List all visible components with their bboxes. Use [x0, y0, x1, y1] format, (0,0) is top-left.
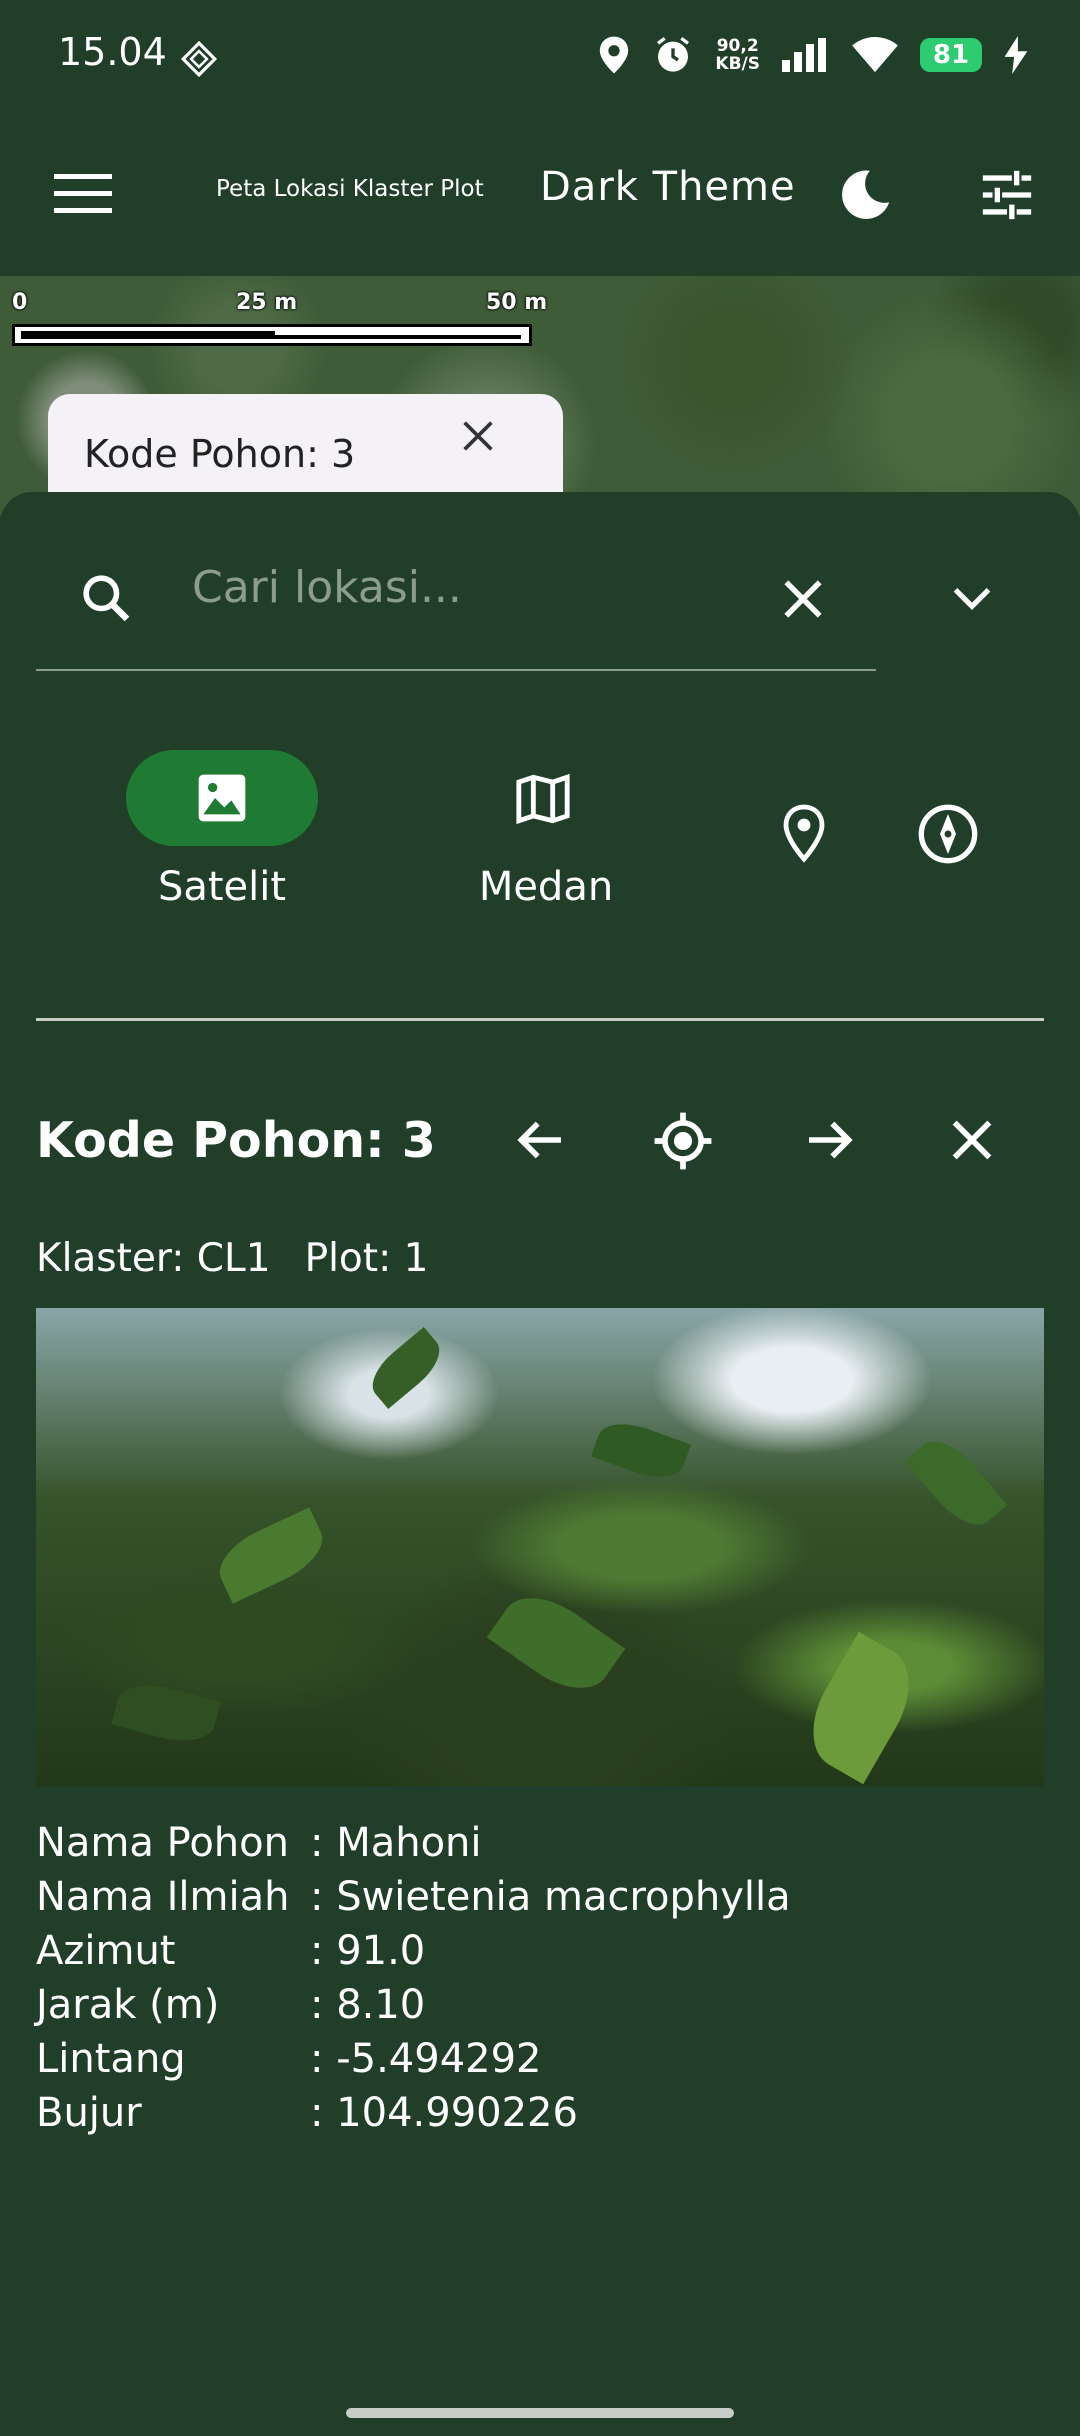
detail-row: Nama Ilmiah : Swietenia macrophylla [36, 1870, 791, 1924]
chevron-down-icon[interactable] [950, 584, 994, 614]
klaster-label: Klaster: CL1 [36, 1236, 271, 1281]
app-title: Peta Lokasi Klaster Plot [216, 176, 484, 202]
tree-details: Nama Pohon : Mahoni Nama Ilmiah : Swiete… [36, 1816, 791, 2140]
plot-label: Plot: 1 [304, 1236, 429, 1281]
scale-bar [12, 324, 532, 346]
search-underline [36, 669, 876, 671]
detail-key: Lintang [36, 2036, 186, 2082]
status-time: 15.04 [58, 30, 167, 74]
image-icon[interactable] [194, 770, 250, 826]
android-debug-icon [180, 40, 218, 78]
marker-label: Kode Pohon: 3 [84, 432, 356, 476]
status-icons: 90,2 KB/S 81 [597, 30, 1028, 80]
scale-label-0: 0 [12, 290, 28, 315]
detail-value: : Mahoni [310, 1820, 482, 1866]
detail-row: Lintang : -5.494292 [36, 2032, 791, 2086]
detail-key: Nama Ilmiah [36, 1874, 290, 1920]
close-icon[interactable] [458, 416, 498, 456]
detail-value: : 8.10 [310, 1982, 426, 2028]
app-bar: Peta Lokasi Klaster Plot Dark Theme [0, 118, 1080, 276]
theme-label: Dark Theme [540, 164, 796, 210]
home-indicator[interactable] [346, 2408, 734, 2418]
filter-icon[interactable] [978, 166, 1036, 224]
arrow-left-icon[interactable] [510, 1112, 570, 1168]
compass-icon[interactable] [916, 802, 980, 866]
clear-search-icon[interactable] [778, 574, 828, 624]
medan-label[interactable]: Medan [446, 864, 646, 910]
alarm-icon [653, 35, 693, 75]
target-icon[interactable] [650, 1110, 716, 1172]
location-icon [597, 35, 631, 75]
location-pin-icon[interactable] [780, 802, 828, 864]
wifi-icon [852, 36, 898, 74]
scale-label-25: 25 m [236, 290, 298, 315]
detail-key: Azimut [36, 1928, 176, 1974]
signal-icon [782, 38, 830, 72]
satelit-label[interactable]: Satelit [126, 864, 318, 910]
detail-row: Nama Pohon : Mahoni [36, 1816, 791, 1870]
detail-row: Azimut : 91.0 [36, 1924, 791, 1978]
tree-title: Kode Pohon: 3 [36, 1112, 436, 1169]
search-icon [78, 570, 134, 626]
status-bar: 15.04 90,2 KB/S 81 [0, 0, 1080, 118]
battery-icon: 81 [920, 38, 982, 72]
detail-value: : Swietenia macrophylla [310, 1874, 791, 1920]
detail-value: : 91.0 [310, 1928, 426, 1974]
detail-row: Bujur : 104.990226 [36, 2086, 791, 2140]
tree-photo [36, 1308, 1044, 1786]
arrow-right-icon[interactable] [800, 1112, 860, 1168]
marker-info-chip[interactable]: Kode Pohon: 3 [48, 394, 563, 504]
moon-icon[interactable] [836, 166, 894, 224]
close-info-icon[interactable] [946, 1114, 998, 1166]
detail-key: Bujur [36, 2090, 142, 2136]
divider [36, 1018, 1044, 1021]
charging-icon [1004, 36, 1028, 74]
detail-value: : -5.494292 [310, 2036, 542, 2082]
detail-key: Jarak (m) [36, 1982, 220, 2028]
net-speed: 90,2 KB/S [715, 36, 760, 74]
cluster-plot-line: Klaster: CL1 Plot: 1 [36, 1236, 462, 1281]
scale-label-50: 50 m [486, 290, 548, 315]
map-icon[interactable] [514, 770, 572, 828]
detail-value: : 104.990226 [310, 2090, 578, 2136]
detail-key: Nama Pohon [36, 1820, 289, 1866]
search-input[interactable]: Cari lokasi... [192, 562, 462, 613]
menu-icon[interactable] [54, 172, 112, 216]
detail-row: Jarak (m) : 8.10 [36, 1978, 791, 2032]
